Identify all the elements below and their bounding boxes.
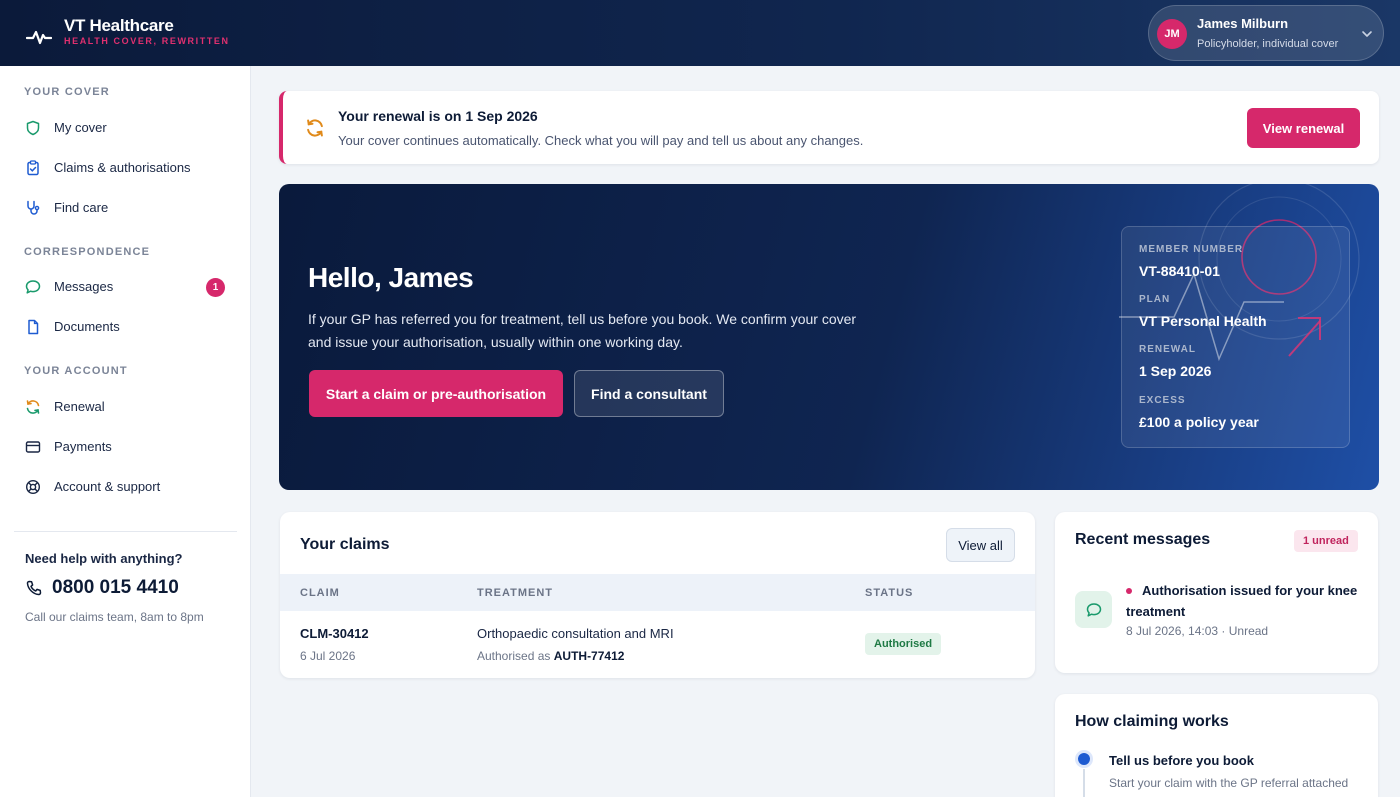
sidebar-item-my-cover[interactable]: My cover xyxy=(14,111,238,145)
stethoscope-icon xyxy=(27,200,40,215)
refresh-icon xyxy=(307,119,323,137)
sidebar-item-label: Claims & authorisations xyxy=(54,160,191,175)
chat-bubble-icon xyxy=(25,280,41,294)
how-claiming-title: How claiming works xyxy=(1075,713,1229,730)
sidebar-item-label: Messages xyxy=(54,279,114,294)
find-consultant-button[interactable]: Find a consultant xyxy=(574,370,724,417)
sidebar-item-messages[interactable]: Messages 1 xyxy=(14,270,238,304)
message-meta: 8 Jul 2026, 14:03 · Unread xyxy=(1126,624,1269,638)
phone-icon xyxy=(26,580,42,596)
column-header-treatment: TREATMENT xyxy=(477,587,554,599)
section-title-your-account: YOUR ACCOUNT xyxy=(24,365,128,377)
chevron-down-icon xyxy=(1362,31,1372,37)
unread-badge: 1 unread xyxy=(1294,530,1358,552)
claim-authorisation: Authorised as AUTH-77412 xyxy=(477,649,624,663)
claim-date: 6 Jul 2026 xyxy=(300,649,356,663)
sidebar-item-claims[interactable]: Claims & authorisations xyxy=(14,151,238,185)
avatar: JM xyxy=(1157,19,1187,49)
top-bar: VT Healthcare HEALTH COVER, REWRITTEN JM… xyxy=(0,0,1400,66)
member-number: VT-88410-01 xyxy=(1139,263,1220,279)
plan-label: PLAN xyxy=(1139,294,1171,305)
hero-description: If your GP has referred you for treatmen… xyxy=(308,311,857,350)
column-header-claim: CLAIM xyxy=(300,587,340,599)
sidebar: YOUR COVER My cover Claims & authorisati… xyxy=(0,66,251,797)
renewal-subtitle: Your cover continues automatically. Chec… xyxy=(338,133,864,148)
sidebar-item-find-care[interactable]: Find care xyxy=(14,191,238,225)
brand-name[interactable]: VT Healthcare xyxy=(64,16,174,36)
renewal-value: 1 Sep 2026 xyxy=(1139,363,1212,379)
pulse-logo-icon xyxy=(26,30,52,45)
member-card: MEMBER NUMBER VT-88410-01 PLAN VT Person… xyxy=(1121,226,1350,448)
auth-prefix: Authorised as xyxy=(477,649,551,663)
section-title-your-cover: YOUR COVER xyxy=(24,86,110,98)
plan-value: VT Personal Health xyxy=(1139,313,1267,329)
renewal-title: Your renewal is on 1 Sep 2026 xyxy=(338,108,538,124)
sidebar-divider xyxy=(14,531,237,532)
sidebar-item-documents[interactable]: Documents xyxy=(14,310,238,344)
status-badge: Authorised xyxy=(865,633,942,655)
chat-bubble-icon xyxy=(1086,602,1101,617)
sidebar-item-label: My cover xyxy=(54,120,107,135)
messages-title: Recent messages xyxy=(1075,531,1211,548)
shield-icon xyxy=(26,120,40,136)
renewal-banner: Your renewal is on 1 Sep 2026 Your cover… xyxy=(279,91,1379,164)
step-connector xyxy=(1083,769,1085,797)
excess-label: EXCESS xyxy=(1139,395,1186,406)
refresh-icon xyxy=(26,400,40,414)
messages-card: Recent messages 1 unread Authorisation i… xyxy=(1055,512,1378,673)
sidebar-item-label: Documents xyxy=(54,319,120,334)
step-subtitle: Start your claim with the GP referral at… xyxy=(1109,776,1349,790)
message-icon-tile xyxy=(1075,591,1112,628)
unread-count-badge: 1 xyxy=(206,278,225,297)
sidebar-item-account-support[interactable]: Account & support xyxy=(14,470,238,504)
claims-title: Your claims xyxy=(300,536,390,553)
greeting-heading: Hello, James xyxy=(308,262,474,293)
sidebar-item-label: Renewal xyxy=(54,399,105,414)
view-all-claims-button[interactable]: View all xyxy=(946,528,1015,562)
section-title-correspondence: CORRESPONDENCE xyxy=(24,246,151,258)
user-menu[interactable]: JM James Milburn Policyholder, individua… xyxy=(1148,5,1384,61)
sidebar-item-label: Find care xyxy=(54,200,109,215)
start-claim-button[interactable]: Start a claim or pre-authorisation xyxy=(309,370,563,417)
user-name: James Milburn xyxy=(1197,16,1289,31)
clipboard-check-icon xyxy=(27,160,39,176)
step-indicator xyxy=(1078,753,1090,765)
help-phone-number[interactable]: 0800 015 4410 xyxy=(52,577,179,599)
message-subject[interactable]: Authorisation issued for your knee treat… xyxy=(1126,580,1361,622)
credit-card-icon xyxy=(25,441,41,453)
auth-code: AUTH-77412 xyxy=(553,649,625,663)
claims-card: Your claims View all CLAIM TREATMENT STA… xyxy=(280,512,1035,678)
sidebar-item-payments[interactable]: Payments xyxy=(14,430,238,464)
claim-treatment: Orthopaedic consultation and MRI xyxy=(477,626,674,641)
renewal-label: RENEWAL xyxy=(1139,344,1196,355)
document-icon xyxy=(28,319,39,335)
how-claiming-works-card: How claiming works Tell us before you bo… xyxy=(1055,694,1378,797)
brand-tagline: HEALTH COVER, REWRITTEN xyxy=(64,36,230,46)
sidebar-item-label: Account & support xyxy=(54,479,161,494)
claims-table-header: CLAIM TREATMENT STATUS xyxy=(280,574,1035,611)
sidebar-item-label: Payments xyxy=(54,439,112,454)
sidebar-item-renewal[interactable]: Renewal xyxy=(14,390,238,424)
step-title: Tell us before you book xyxy=(1109,753,1254,768)
help-hours: Call our claims team, 8am to 8pm xyxy=(25,610,204,624)
claim-id[interactable]: CLM-30412 xyxy=(300,626,369,641)
user-role: Policyholder, individual cover xyxy=(1197,38,1339,50)
column-header-status: STATUS xyxy=(865,587,914,599)
lifebuoy-icon xyxy=(25,479,41,495)
member-number-label: MEMBER NUMBER xyxy=(1139,244,1244,255)
excess-value: £100 a policy year xyxy=(1139,414,1259,430)
unread-dot xyxy=(1126,588,1132,594)
welcome-hero: Hello, James If your GP has referred you… xyxy=(279,184,1379,490)
help-title: Need help with anything? xyxy=(25,551,183,566)
view-renewal-button[interactable]: View renewal xyxy=(1247,108,1360,148)
